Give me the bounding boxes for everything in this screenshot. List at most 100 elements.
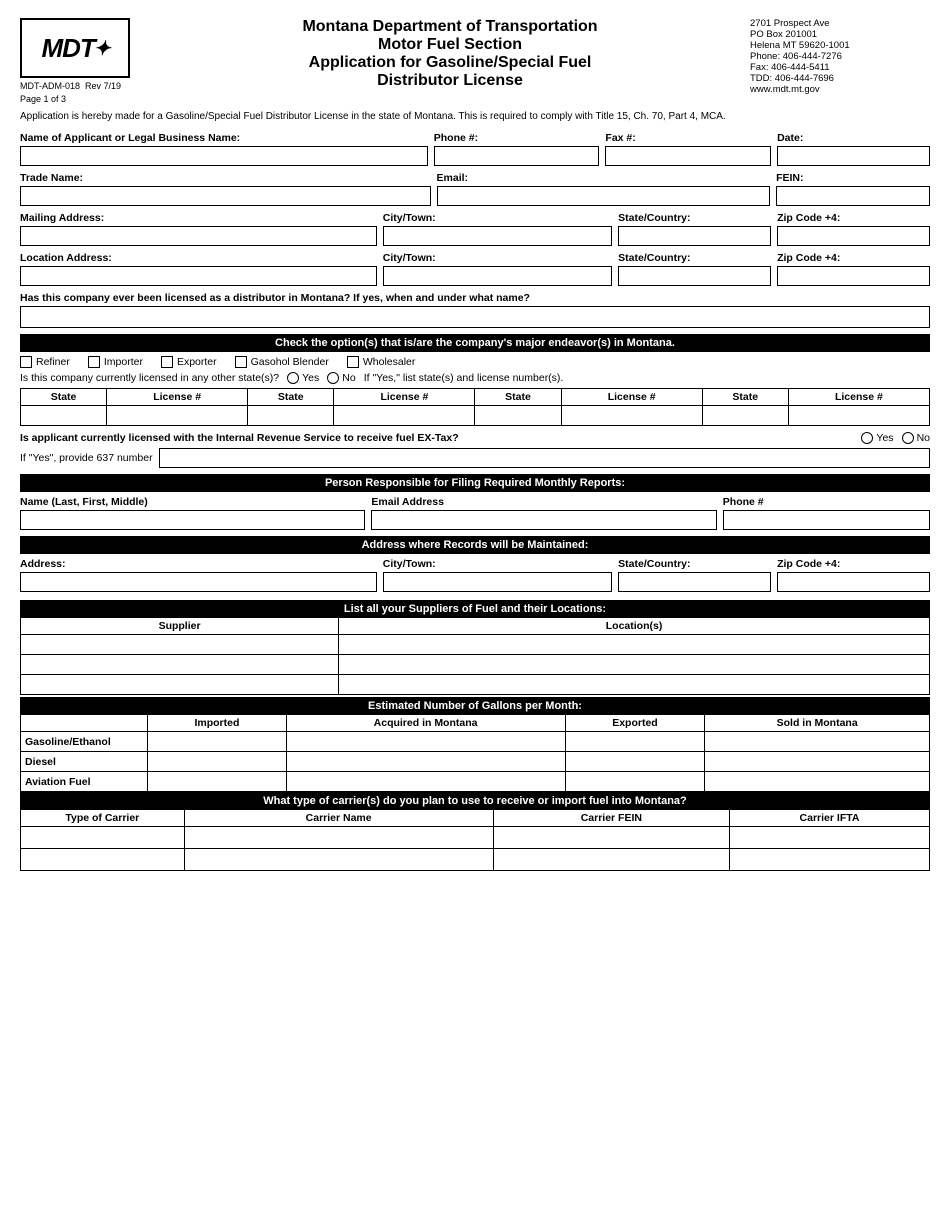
importer-checkbox[interactable] (88, 356, 100, 368)
yes-radio[interactable] (287, 372, 299, 384)
location-input[interactable] (20, 266, 377, 286)
location-zip-input[interactable] (777, 266, 930, 286)
state3-cell[interactable] (475, 406, 561, 426)
location-city-input[interactable] (383, 266, 612, 286)
supplier-location2[interactable] (339, 655, 930, 675)
diesel-sold[interactable] (705, 752, 930, 772)
logo: MDT✦ (20, 18, 130, 78)
supplier-row3 (21, 675, 930, 695)
importer-label: Importer (104, 356, 143, 368)
supplier-location3[interactable] (339, 675, 930, 695)
licensed-input[interactable] (20, 306, 930, 328)
state1-cell[interactable] (21, 406, 107, 426)
gallons-empty-header (21, 715, 148, 732)
records-address-input[interactable] (20, 572, 377, 592)
col-license3: License # (561, 389, 702, 406)
supplier-name1[interactable] (21, 635, 339, 655)
records-state-input[interactable] (618, 572, 771, 592)
aviation-sold[interactable] (705, 772, 930, 792)
exporter-checkbox-item[interactable]: Exporter (161, 356, 217, 368)
fein-input[interactable] (776, 186, 930, 206)
aviation-imported[interactable] (148, 772, 286, 792)
carrier-type1[interactable] (21, 827, 185, 849)
gasoline-acquired[interactable] (286, 732, 565, 752)
mailing-city-input[interactable] (383, 226, 612, 246)
gallons-row3: Aviation Fuel (21, 772, 930, 792)
refiner-checkbox[interactable] (20, 356, 32, 368)
refiner-checkbox-item[interactable]: Refiner (20, 356, 70, 368)
gasoline-imported[interactable] (148, 732, 286, 752)
carrier-ifta1[interactable] (730, 827, 930, 849)
yes-label: Yes (302, 372, 319, 384)
gallons-sold-header: Sold in Montana (705, 715, 930, 732)
other-states-row: Is this company currently licensed in an… (20, 372, 930, 384)
importer-checkbox-item[interactable]: Importer (88, 356, 143, 368)
gallons-imported-header: Imported (148, 715, 286, 732)
license1-cell[interactable] (107, 406, 248, 426)
carrier-type2[interactable] (21, 849, 185, 871)
aviation-acquired[interactable] (286, 772, 565, 792)
supplier-name2[interactable] (21, 655, 339, 675)
license4-cell[interactable] (788, 406, 929, 426)
license2-cell[interactable] (334, 406, 475, 426)
other-states-yes[interactable]: Yes (287, 372, 319, 384)
exporter-checkbox[interactable] (161, 356, 173, 368)
aviation-exported[interactable] (565, 772, 705, 792)
location-state-input[interactable] (618, 266, 771, 286)
carrier-ifta2[interactable] (730, 849, 930, 871)
carrier-ifta-header: Carrier IFTA (730, 810, 930, 827)
monthly-name-input[interactable] (20, 510, 365, 530)
email-input[interactable] (437, 186, 771, 206)
title4: Distributor License (150, 72, 750, 90)
wholesaler-checkbox-item[interactable]: Wholesaler (347, 356, 416, 368)
logo-sub1: MDT-ADM-018 Rev 7/19 (20, 81, 150, 91)
carrier-name1[interactable] (184, 827, 493, 849)
no-label: No (342, 372, 355, 384)
gasoline-sold[interactable] (705, 732, 930, 752)
license3-cell[interactable] (561, 406, 702, 426)
refiner-label: Refiner (36, 356, 70, 368)
irs-yes-radio[interactable] (861, 432, 873, 444)
gasoline-exported[interactable] (565, 732, 705, 752)
col-license1: License # (107, 389, 248, 406)
supplier-location1[interactable] (339, 635, 930, 655)
supplier-name3[interactable] (21, 675, 339, 695)
applicant-input[interactable] (20, 146, 428, 166)
fax-input[interactable] (605, 146, 771, 166)
no-radio[interactable] (327, 372, 339, 384)
gallons-row2: Diesel (21, 752, 930, 772)
mailing-city-label: City/Town: (383, 212, 612, 224)
records-city-input[interactable] (383, 572, 612, 592)
diesel-exported[interactable] (565, 752, 705, 772)
carrier-name2[interactable] (184, 849, 493, 871)
carrier-fein1[interactable] (493, 827, 729, 849)
wholesaler-checkbox[interactable] (347, 356, 359, 368)
date-input[interactable] (777, 146, 930, 166)
irs-no[interactable]: No (902, 432, 930, 444)
diesel-acquired[interactable] (286, 752, 565, 772)
location-label: Location Address: (20, 252, 377, 264)
location-zip-label: Zip Code +4: (777, 252, 930, 264)
trade-input[interactable] (20, 186, 431, 206)
state2-cell[interactable] (248, 406, 334, 426)
diesel-imported[interactable] (148, 752, 286, 772)
irs-no-radio[interactable] (902, 432, 914, 444)
other-states-no[interactable]: No (327, 372, 355, 384)
records-zip-input[interactable] (777, 572, 930, 592)
mailing-input[interactable] (20, 226, 377, 246)
irs-yes[interactable]: Yes (861, 432, 893, 444)
monthly-phone-input[interactable] (723, 510, 930, 530)
mailing-state-input[interactable] (618, 226, 771, 246)
phone-input[interactable] (434, 146, 600, 166)
mailing-zip-label: Zip Code +4: (777, 212, 930, 224)
mailing-zip-input[interactable] (777, 226, 930, 246)
state4-cell[interactable] (702, 406, 788, 426)
gallons-exported-header: Exported (565, 715, 705, 732)
637-input[interactable] (159, 448, 930, 468)
gasohol-checkbox-item[interactable]: Gasohol Blender (235, 356, 329, 368)
gasohol-checkbox[interactable] (235, 356, 247, 368)
gallons-acquired-header: Acquired in Montana (286, 715, 565, 732)
monthly-email-input[interactable] (371, 510, 716, 530)
carrier-fein2[interactable] (493, 849, 729, 871)
records-zip-label: Zip Code +4: (777, 558, 930, 570)
